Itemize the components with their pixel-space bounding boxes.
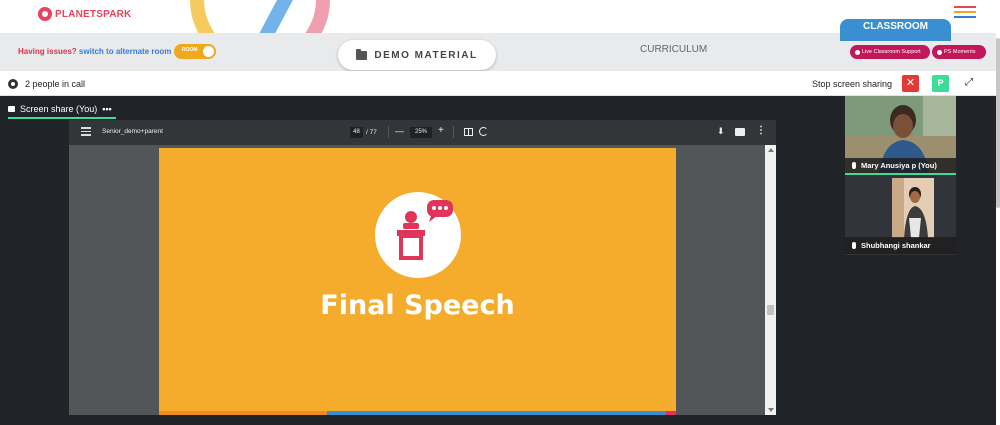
hamburger-menu-icon[interactable] xyxy=(954,6,976,20)
download-icon[interactable]: ⬇ xyxy=(717,126,725,137)
brand-name: PLANETSPARK xyxy=(55,8,132,20)
screen-share-icon xyxy=(8,106,15,112)
participant-name-tag-1: Mary Anusiya p (You) xyxy=(845,158,956,175)
ps-moments-label: PS Moments xyxy=(944,49,976,55)
fit-page-icon[interactable] xyxy=(464,128,473,136)
pdf-more-icon[interactable]: ⋮ xyxy=(756,125,766,136)
support-icon xyxy=(855,49,860,55)
room-toggle[interactable]: ROOM xyxy=(174,44,216,59)
pdf-scrollbar[interactable] xyxy=(765,145,776,415)
participant-name-tag-2: Shubhangi shankar xyxy=(845,237,956,254)
moments-icon xyxy=(937,49,942,55)
room-toggle-label: ROOM xyxy=(182,47,198,53)
stop-share-button[interactable]: ✕ xyxy=(902,75,919,92)
classroom-tab[interactable]: CLASSROOM xyxy=(840,19,951,41)
toggle-knob xyxy=(203,46,214,57)
screen-share-label: Screen share (You) xyxy=(20,104,98,114)
folder-icon xyxy=(356,48,368,60)
toolbar-divider xyxy=(388,126,389,138)
pdf-zoom-input[interactable]: 25% xyxy=(410,127,432,138)
page-scrollbar[interactable] xyxy=(996,33,1000,425)
podium-circle xyxy=(375,192,461,278)
expand-icon[interactable]: ⤢ xyxy=(962,76,976,90)
print-icon[interactable] xyxy=(735,128,745,136)
more-options-icon[interactable]: ••• xyxy=(102,104,111,114)
toolbar-divider xyxy=(453,126,454,138)
rotate-icon[interactable] xyxy=(479,127,488,136)
participant-name: Shubhangi shankar xyxy=(861,241,931,250)
microphone-icon[interactable] xyxy=(852,242,856,249)
live-support-label: Live Classroom Support xyxy=(862,49,921,55)
gear-icon[interactable] xyxy=(8,79,18,89)
curriculum-tab[interactable]: CURRICULUM xyxy=(640,44,707,55)
slide-title: Final Speech xyxy=(320,290,515,321)
scroll-down-icon[interactable] xyxy=(768,408,774,412)
zoom-out-icon[interactable]: — xyxy=(395,126,404,136)
pdf-page-total: / 77 xyxy=(366,129,377,136)
scroll-thumb[interactable] xyxy=(767,305,774,315)
people-count: 2 people in call xyxy=(25,79,86,89)
slide-bottom-strip xyxy=(159,411,676,415)
participant-2-image xyxy=(892,178,934,238)
participant-2-feed xyxy=(892,178,934,238)
stop-screen-sharing-label: Stop screen sharing xyxy=(812,79,893,89)
brand-logo[interactable]: PLANETSPARK xyxy=(38,5,131,23)
scroll-up-icon[interactable] xyxy=(768,148,774,152)
demo-material-button[interactable]: DEMO MATERIAL xyxy=(338,40,496,70)
p-badge-button[interactable]: P xyxy=(932,75,949,92)
ps-moments-button[interactable]: PS Moments xyxy=(932,45,986,59)
zoom-in-icon[interactable]: + xyxy=(438,125,444,136)
demo-material-label: DEMO MATERIAL xyxy=(374,49,478,61)
participant-name: Mary Anusiya p (You) xyxy=(861,161,937,170)
pdf-file-name: Senior_demo+parent xyxy=(102,128,163,135)
microphone-icon[interactable] xyxy=(852,162,856,169)
planet-logo-icon xyxy=(38,7,52,21)
slide-page xyxy=(159,148,676,411)
pdf-menu-icon[interactable] xyxy=(81,127,91,136)
screen-share-tab[interactable]: Screen share (You) ••• xyxy=(8,101,116,119)
page-scroll-thumb[interactable] xyxy=(996,38,1000,208)
speaker-podium-icon xyxy=(397,200,453,260)
issues-text: Having issues? xyxy=(18,47,77,56)
issues-message: Having issues? switch to alternate room xyxy=(18,47,171,56)
app-root: PLANETSPARK CLASSROOM Having issues? swi… xyxy=(0,0,1000,425)
pdf-page-input[interactable]: 48 xyxy=(350,127,363,138)
live-support-button[interactable]: Live Classroom Support xyxy=(850,45,930,59)
alternate-room-link[interactable]: switch to alternate room xyxy=(79,47,171,56)
